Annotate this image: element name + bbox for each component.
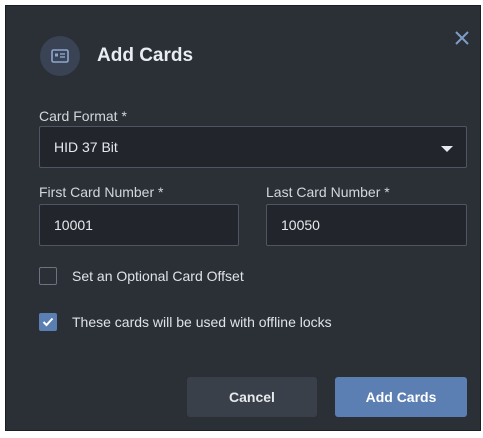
- card-offset-checkbox[interactable]: [39, 267, 57, 285]
- add-cards-dialog: Add Cards Card Format * HID 37 Bit First…: [5, 5, 481, 431]
- last-card-number-input[interactable]: 10050: [266, 204, 467, 246]
- cancel-button[interactable]: Cancel: [187, 377, 317, 417]
- id-card-icon: [40, 36, 80, 76]
- card-offset-label: Set an Optional Card Offset: [72, 268, 244, 284]
- offline-locks-option[interactable]: These cards will be used with offline lo…: [39, 313, 332, 331]
- last-card-number-value: 10050: [281, 217, 320, 233]
- offline-locks-checkbox[interactable]: [39, 313, 57, 331]
- card-format-value: HID 37 Bit: [54, 139, 118, 155]
- close-icon[interactable]: [452, 28, 472, 48]
- chevron-down-icon: [441, 146, 453, 152]
- offline-locks-label: These cards will be used with offline lo…: [72, 314, 332, 330]
- add-cards-button[interactable]: Add Cards: [335, 377, 467, 417]
- card-offset-option[interactable]: Set an Optional Card Offset: [39, 267, 244, 285]
- card-format-label: Card Format *: [39, 108, 127, 124]
- first-card-number-input[interactable]: 10001: [39, 204, 239, 246]
- card-format-select[interactable]: HID 37 Bit: [39, 126, 467, 168]
- first-card-number-label: First Card Number *: [39, 184, 164, 200]
- dialog-title: Add Cards: [97, 45, 194, 66]
- checkmark-icon: [42, 317, 54, 327]
- last-card-number-label: Last Card Number *: [266, 184, 390, 200]
- first-card-number-value: 10001: [54, 217, 93, 233]
